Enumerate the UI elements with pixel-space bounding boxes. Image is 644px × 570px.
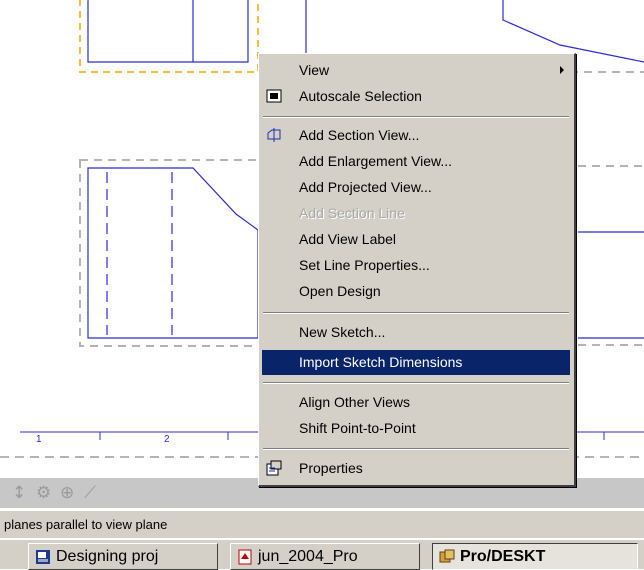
menu-item-add-view-label[interactable]: Add View Label	[262, 227, 570, 252]
menu-item-shift-point-to-point[interactable]: Shift Point-to-Point	[262, 416, 570, 441]
menu-item-label: Shift Point-to-Point	[299, 420, 416, 436]
drawing-view-middle-left[interactable]	[79, 159, 263, 347]
menu-item-label: Add Enlargement View...	[299, 153, 453, 169]
taskbar: Designing proj jun_2004_Pro Pro/DESKT	[0, 539, 644, 570]
drawing-view-middle-right[interactable]	[578, 165, 644, 346]
ruler-label: 1	[36, 434, 42, 445]
menu-item-label: Set Line Properties...	[299, 257, 430, 273]
menu-item-label: Align Other Views	[299, 394, 411, 410]
taskbar-button-label: Designing proj	[56, 548, 159, 565]
section-view-icon	[267, 128, 281, 142]
pdf-icon	[238, 549, 252, 565]
line-icon[interactable]: ⟋	[84, 483, 96, 503]
menu-item-add-section-line[interactable]: Add Section Line	[262, 201, 570, 226]
prodesktop-icon	[439, 549, 455, 563]
menu-item-label: Add Section Line	[299, 205, 405, 221]
status-bar: planes parallel to view plane	[0, 510, 644, 538]
add-icon[interactable]: ⊕	[60, 483, 74, 503]
menu-item-new-sketch[interactable]: New Sketch...	[262, 320, 570, 345]
ruler-label: 2	[164, 434, 170, 445]
menu-item-label: New Sketch...	[299, 324, 386, 340]
move-icon[interactable]: ↕	[12, 483, 26, 503]
taskbar-button-jun-2004-pro[interactable]: jun_2004_Pro	[230, 543, 420, 570]
menu-item-autoscale-selection[interactable]: Autoscale Selection	[262, 84, 570, 109]
menu-item-import-sketch-dimensions[interactable]: Import Sketch Dimensions	[262, 350, 570, 375]
status-text: planes parallel to view plane	[4, 517, 168, 532]
taskbar-button-label: jun_2004_Pro	[258, 548, 358, 565]
menu-item-label: Open Design	[299, 283, 381, 299]
menu-item-add-section-view[interactable]: Add Section View...	[262, 123, 570, 148]
menu-item-label: Add View Label	[299, 231, 397, 247]
document-icon	[36, 550, 50, 564]
menu-item-add-projected-view[interactable]: Add Projected View...	[262, 175, 570, 200]
menu-item-set-line-properties[interactable]: Set Line Properties...	[262, 253, 570, 278]
menu-item-add-enlargement-view[interactable]: Add Enlargement View...	[262, 149, 570, 174]
menu-item-view[interactable]: View	[262, 58, 570, 83]
menu-separator	[263, 116, 569, 118]
view-frame-selected	[79, 0, 259, 73]
menu-item-properties[interactable]: Properties	[262, 456, 570, 481]
context-menu: View Autoscale Selection Add Section Vie…	[258, 53, 576, 487]
menu-item-open-design[interactable]: Open Design	[262, 279, 570, 304]
menu-item-label: Add Section View...	[299, 127, 420, 143]
menu-separator	[263, 448, 569, 450]
menu-separator	[263, 382, 569, 384]
taskbar-button-pro-desktop[interactable]: Pro/DESKT	[432, 543, 638, 570]
menu-item-label: Properties	[299, 460, 363, 476]
menu-separator	[263, 312, 569, 314]
properties-icon	[266, 460, 282, 476]
taskbar-button-label: Pro/DESKT	[460, 548, 546, 565]
part-outline	[87, 167, 259, 339]
menu-item-label: View	[299, 62, 330, 78]
drawing-view-top-left[interactable]	[79, 0, 259, 73]
menu-item-align-other-views[interactable]: Align Other Views	[262, 390, 570, 415]
menu-item-label: Autoscale Selection	[299, 88, 422, 104]
menu-item-label: Import Sketch Dimensions	[299, 354, 463, 370]
menu-item-label: Add Projected View...	[299, 179, 432, 195]
taskbar-button-designing-proj[interactable]: Designing proj	[28, 543, 218, 570]
submenu-arrow-icon	[560, 66, 564, 74]
autoscale-icon	[266, 89, 282, 103]
part-outline	[87, 0, 249, 63]
settings-icon[interactable]: ⚙	[36, 483, 51, 503]
